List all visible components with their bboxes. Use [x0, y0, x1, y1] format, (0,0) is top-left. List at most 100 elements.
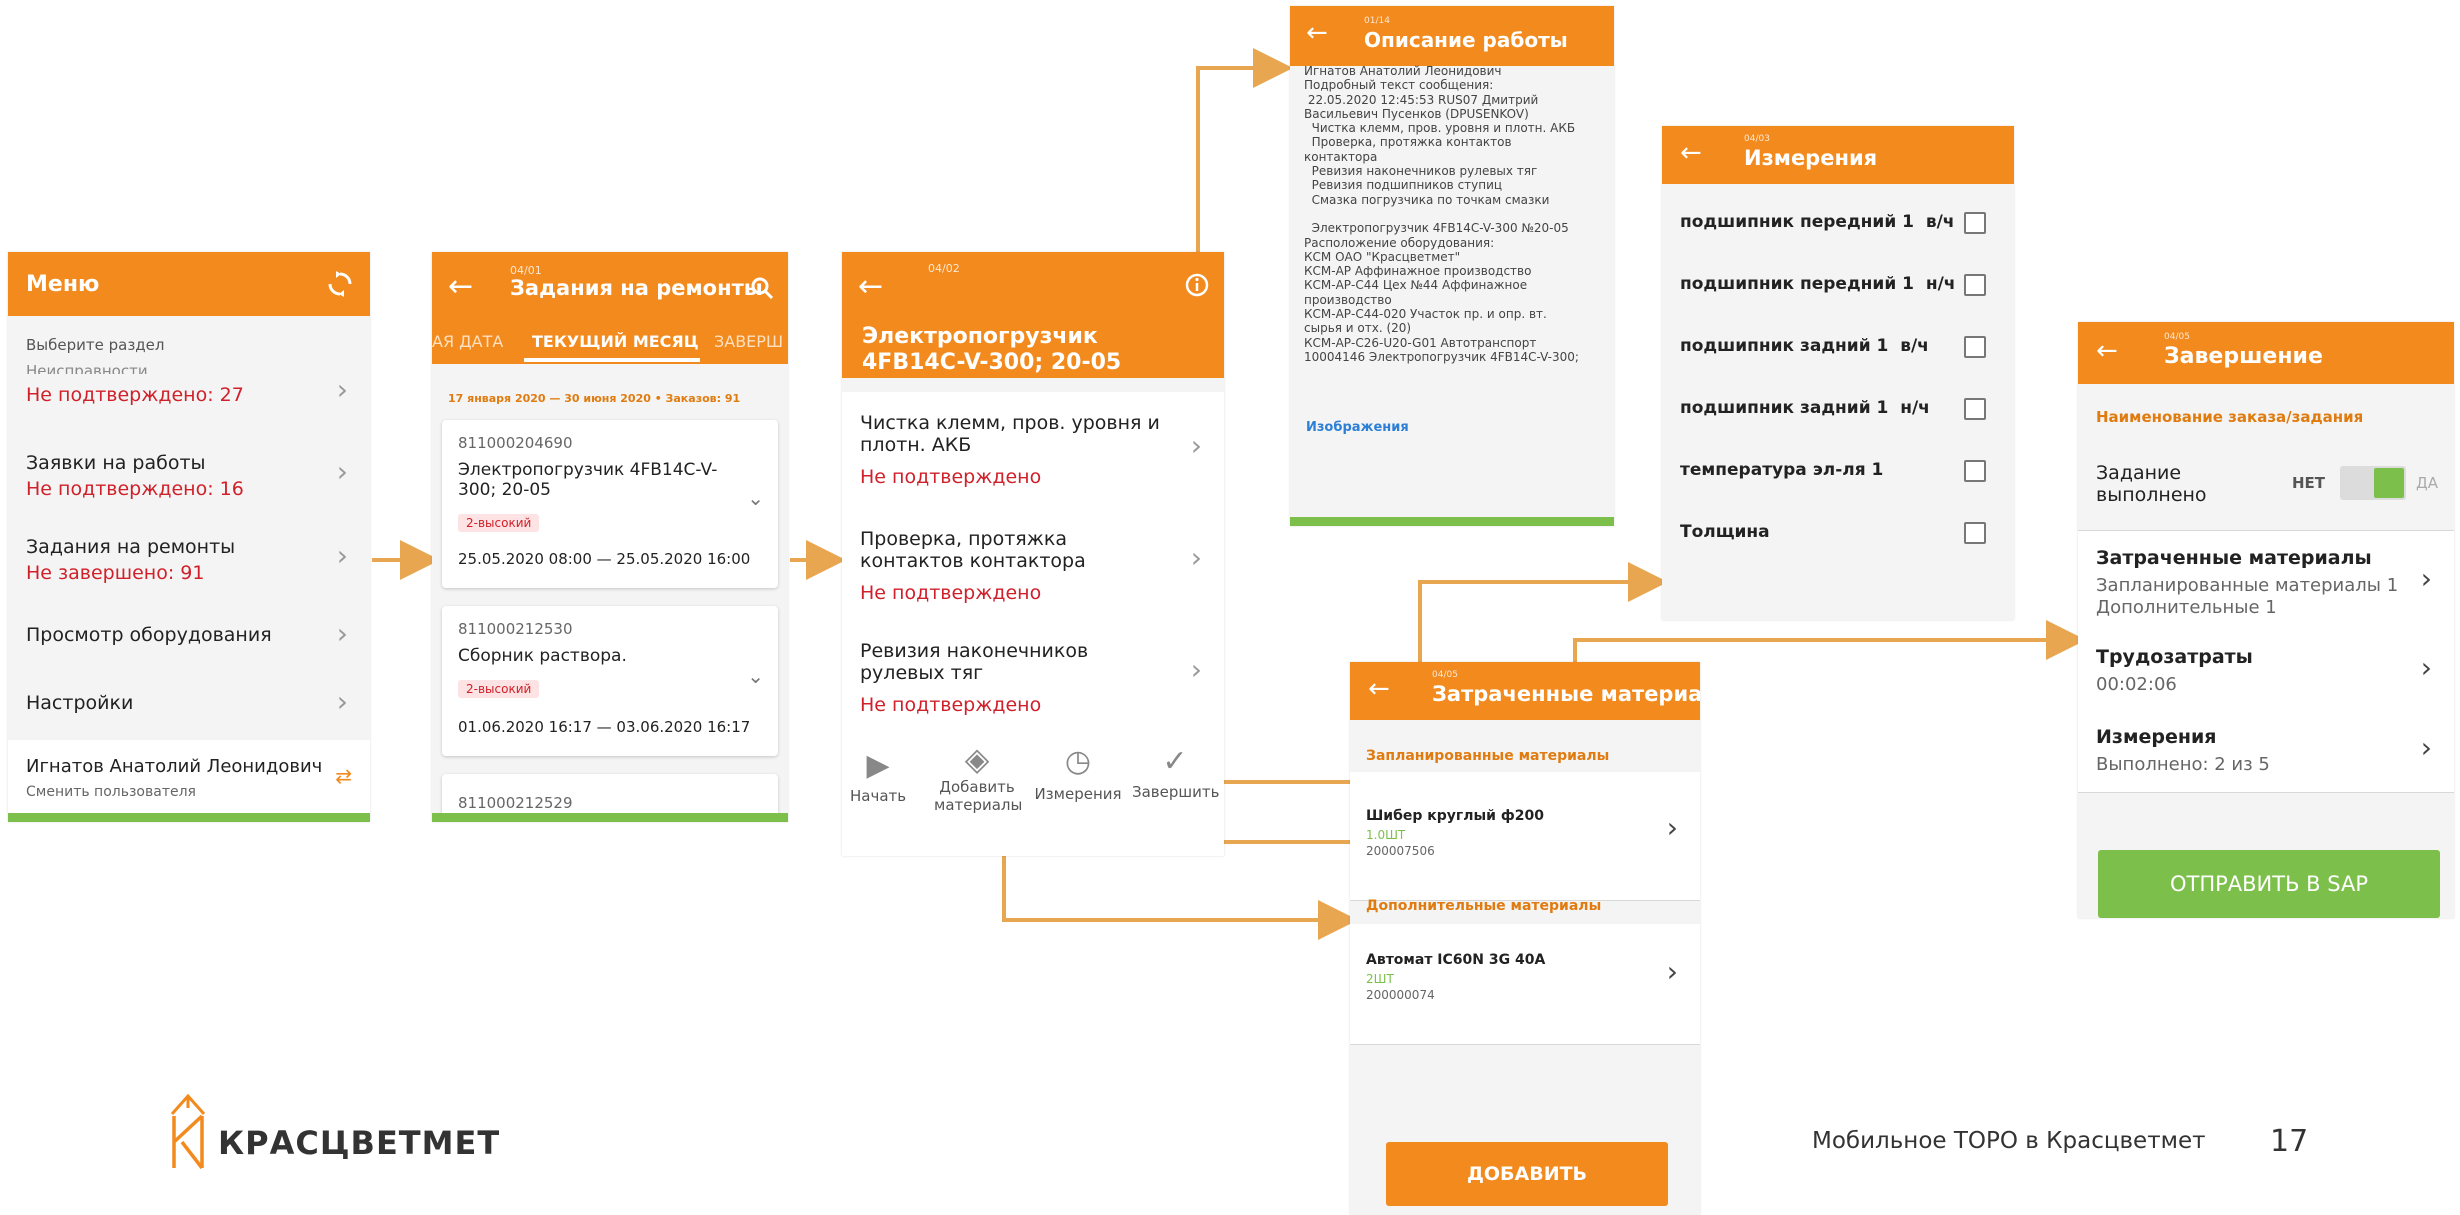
chevron-right-icon: › [1666, 811, 1678, 844]
row-title: Измерения [2096, 726, 2217, 748]
operation-item[interactable]: Чистка клемм, пров. уровня и плотн. АКБ … [842, 392, 1224, 505]
task-card[interactable]: 811000212530 Сборник раствора. 2-высокий… [442, 606, 778, 756]
operation-status: Не подтверждено [860, 466, 1042, 488]
back-arrow-icon[interactable]: ← [448, 272, 473, 302]
measurement-item[interactable]: подшипник передний 1 в/ч [1662, 212, 2014, 274]
measurement-checkbox[interactable] [1964, 522, 1986, 544]
brand-name: КРАСЦВЕТМЕТ [218, 1124, 501, 1162]
measurement-checkbox[interactable] [1964, 336, 1986, 358]
back-arrow-icon[interactable]: ← [1306, 20, 1328, 46]
description-header: ← 01/14 Описание работы [1290, 6, 1614, 66]
info-icon[interactable] [1184, 272, 1210, 298]
materials-header: ← 04/05 Затраченные материалы [1350, 662, 1700, 720]
menu-item-label: Настройки [26, 692, 134, 714]
add-material-button[interactable]: ДОБАВИТЬ [1386, 1142, 1668, 1206]
material-qty: 1.0ШТ [1366, 828, 1406, 842]
measurement-checkbox[interactable] [1964, 460, 1986, 482]
back-arrow-icon[interactable]: ← [1680, 140, 1702, 166]
completion-row-materials[interactable]: Затраченные материалы Запланированные ма… [2078, 530, 2454, 634]
operation-item[interactable]: Проверка, протяжка контактов контактора … [842, 504, 1224, 617]
description-title: Описание работы [1364, 28, 1568, 52]
measurement-item[interactable]: температура эл-ля 1 [1662, 460, 2014, 522]
brand-mark-icon [170, 1093, 206, 1170]
menu-item-faults[interactable]: Неисправности Не подтверждено: 27 › [8, 360, 370, 437]
description-line: КСМ ОАО "Красцветмет" [1304, 249, 1461, 264]
chevron-down-icon[interactable]: ⌄ [747, 664, 764, 688]
measurement-item[interactable]: подшипник передний 1 н/ч [1662, 274, 2014, 336]
start-label: Начать [850, 787, 907, 805]
toggle-yes-label: ДА [2416, 474, 2438, 492]
start-button[interactable]: ▶ Начать [850, 748, 906, 805]
page-number: 17 [2270, 1124, 2309, 1159]
measurement-checkbox[interactable] [1964, 398, 1986, 420]
task-id: 811000212530 [458, 620, 573, 638]
measurement-item[interactable]: подшипник задний 1 н/ч [1662, 398, 2014, 460]
finish-label: Завершить [1132, 783, 1220, 801]
switch-user-icon[interactable]: ⇄ [335, 764, 352, 788]
completion-row-measurements[interactable]: Измерения Выполнено: 2 из 5 › [2078, 710, 2454, 793]
menu-item-repair-tasks[interactable]: Задания на ремонты Не завершено: 91 › [8, 520, 370, 605]
equipment-screen: ← 04/02 Электропогрузчик 4FB14C-V-300; 2… [842, 252, 1224, 856]
sync-icon[interactable] [326, 270, 354, 298]
chevron-down-icon[interactable]: ⌄ [747, 486, 764, 510]
measurements-label: Измерения [1034, 785, 1122, 803]
measurement-checkbox[interactable] [1964, 212, 1986, 234]
operation-item[interactable]: Ревизия наконечников рулевых тяг Не подт… [842, 616, 1224, 734]
images-link[interactable]: Изображения [1306, 420, 1409, 435]
chevron-right-icon: › [336, 617, 348, 650]
menu-item-equipment[interactable]: Просмотр оборудования › [8, 604, 370, 673]
description-line: Игнатов Анатолий Леонидович [1304, 64, 1502, 78]
tab-completed[interactable]: ЗАВЕРШ [714, 332, 783, 351]
description-line: производство [1304, 292, 1392, 307]
play-icon: ▶ [866, 748, 890, 783]
send-to-sap-button[interactable]: ОТПРАВИТЬ В SAP [2098, 850, 2440, 918]
back-arrow-icon[interactable]: ← [1368, 676, 1390, 702]
extra-materials-header: Дополнительные материалы [1366, 898, 1602, 914]
measurement-checkbox[interactable] [1964, 274, 1986, 296]
material-name: Шибер круглый ф200 [1366, 808, 1544, 824]
chevron-right-icon: › [2420, 562, 2432, 595]
chevron-right-icon: › [1190, 429, 1202, 462]
tasks-screen: ← 04/01 Задания на ремонты АЯ ДАТА ТЕКУЩ… [432, 252, 788, 822]
menu-item-settings[interactable]: Настройки › [8, 672, 370, 741]
tab-date[interactable]: АЯ ДАТА [432, 332, 503, 351]
description-line: Чистка клемм, пров. уровня и плотн. АКБ [1304, 121, 1576, 136]
completion-row-labor[interactable]: Трудозатраты 00:02:06 › [2078, 632, 2454, 711]
operation-status: Не подтверждено [860, 582, 1042, 604]
menu-user-row[interactable]: Игнатов Анатолий Леонидович Сменить поль… [8, 740, 370, 813]
material-code: 200000074 [1366, 988, 1435, 1002]
completion-screen: ← 04/05 Завершение Наименование заказа/з… [2078, 322, 2454, 918]
measurement-label: температура эл-ля 1 [1680, 460, 1884, 480]
measurement-label: подшипник задний 1 в/ч [1680, 336, 1929, 356]
add-materials-button[interactable]: ◈ Добавить материалы [934, 740, 1022, 814]
description-line: Ревизия подшипников ступиц [1304, 178, 1503, 193]
material-name: Автомат IC60N 3G 40A [1366, 952, 1546, 968]
order-name-header: Наименование заказа/задания [2096, 408, 2364, 426]
back-arrow-icon[interactable]: ← [858, 272, 883, 302]
measurement-item[interactable]: Толщина [1662, 522, 2014, 584]
row-title: Затраченные материалы [2096, 547, 2372, 569]
material-item[interactable]: Шибер круглый ф200 1.0ШТ 200007506 › [1350, 772, 1700, 901]
material-item[interactable]: Автомат IC60N 3G 40A 2ШТ 200000074 › [1350, 924, 1700, 1045]
menu-item-work-requests[interactable]: Заявки на работы Не подтверждено: 16 › [8, 436, 370, 521]
back-arrow-icon[interactable]: ← [2096, 338, 2118, 364]
check-icon: ✓ [1162, 744, 1188, 779]
equipment-header: ← 04/02 Электропогрузчик 4FB14C-V-300; 2… [842, 252, 1224, 378]
bottom-accent-bar [432, 813, 788, 822]
measurement-item[interactable]: подшипник задний 1 в/ч [1662, 336, 2014, 398]
material-qty: 2ШТ [1366, 972, 1394, 986]
menu-item-status: Не подтверждено: 16 [26, 478, 244, 500]
finish-button[interactable]: ✓ Завершить [1132, 744, 1220, 801]
measurements-button[interactable]: ◷ Измерения [1032, 744, 1124, 803]
task-done-label: Задание выполнено [2096, 462, 2207, 506]
chevron-right-icon: › [1190, 541, 1202, 574]
tab-current-month[interactable]: ТЕКУЩИЙ МЕСЯЦ [532, 332, 699, 351]
search-icon[interactable] [750, 276, 774, 300]
task-done-toggle[interactable] [2340, 466, 2406, 500]
task-id: 811000212529 [458, 794, 573, 812]
measurement-label: Толщина [1680, 522, 1770, 542]
description-line: контактора [1304, 149, 1378, 164]
switch-user-link[interactable]: Сменить пользователя [26, 784, 196, 800]
description-text: Игнатов Анатолий Леонидович Подробный тек… [1304, 64, 1604, 364]
task-card[interactable]: 811000204690 Электропогрузчик 4FB14C-V-3… [442, 420, 778, 588]
